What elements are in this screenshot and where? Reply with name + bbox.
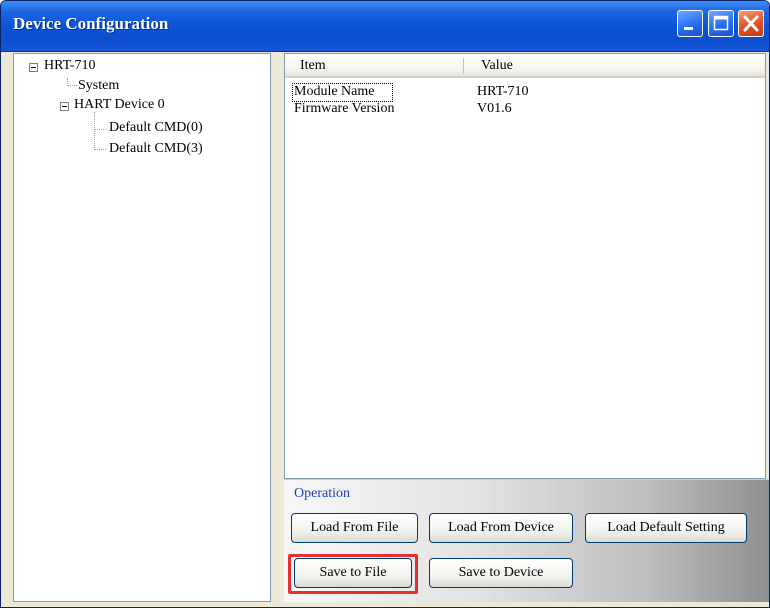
minimize-icon [684,27,693,30]
tree-connector [94,129,106,130]
cell-item[interactable]: Module Name [294,84,374,100]
column-header-value[interactable]: Value [481,58,513,74]
device-tree[interactable]: HRT-710 System HART Device 0 Default CMD… [13,53,271,602]
window-title: Device Configuration [13,14,169,33]
column-separator[interactable] [463,58,464,74]
title-bar[interactable]: Device Configuration [1,1,769,52]
cell-item[interactable]: Firmware Version [294,101,394,117]
tree-item-hrt-710[interactable]: HRT-710 [44,58,96,74]
cell-value[interactable]: V01.6 [477,101,512,117]
load-default-setting-button[interactable]: Load Default Setting [585,513,747,543]
tree-item-hart-device-0[interactable]: HART Device 0 [74,97,165,113]
cell-value[interactable]: HRT-710 [477,84,529,100]
properties-list[interactable]: Item Value Module Name HRT-710 Firmware … [284,53,766,479]
tree-connector [67,85,77,86]
column-header-item[interactable]: Item [300,58,326,74]
tree-item-system[interactable]: System [78,78,119,94]
save-to-device-button[interactable]: Save to Device [429,558,573,588]
load-from-device-button[interactable]: Load From Device [429,513,573,543]
maximize-button[interactable] [708,10,734,37]
list-header: Item Value [285,54,765,78]
minimize-button[interactable] [677,10,703,37]
device-configuration-window: Device Configuration HRT-710 System HART… [0,0,770,608]
save-to-file-button[interactable]: Save to File [294,558,412,588]
tree-connector [94,149,106,150]
maximize-icon [713,15,729,31]
operation-label: Operation [294,486,350,501]
tree-item-default-cmd-3[interactable]: Default CMD(3) [109,141,203,157]
tree-item-default-cmd-0[interactable]: Default CMD(0) [109,120,203,136]
tree-connector [94,112,95,150]
close-button[interactable] [738,10,764,37]
close-icon [743,15,759,32]
collapse-icon[interactable] [60,102,69,111]
load-from-file-button[interactable]: Load From File [291,513,418,543]
collapse-icon[interactable] [29,63,38,72]
